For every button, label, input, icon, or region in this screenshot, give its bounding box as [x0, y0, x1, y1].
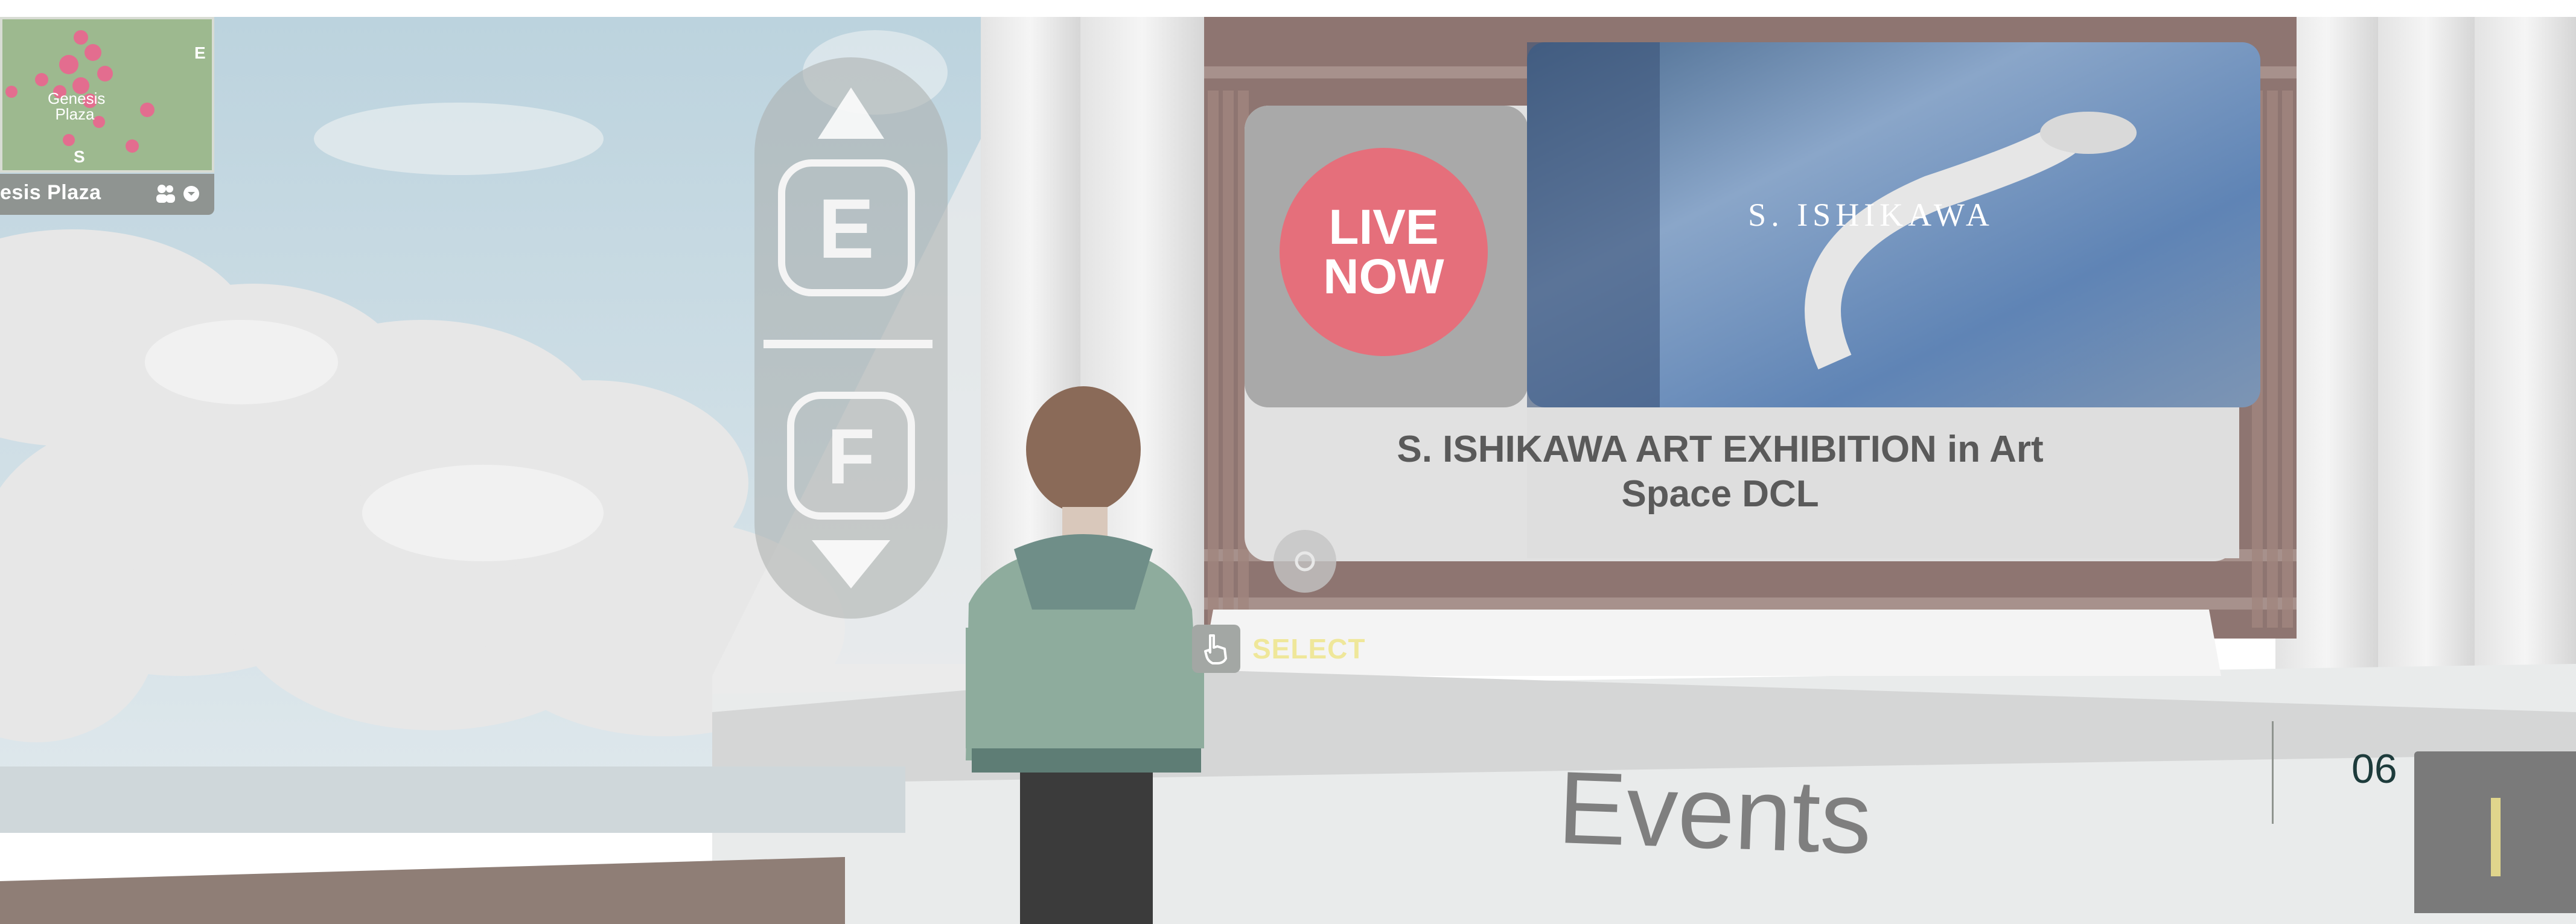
minimap-compass-s: S	[74, 147, 85, 166]
key-f-label: F	[827, 412, 875, 500]
minimap-place-bar: esis Plaza	[0, 174, 214, 215]
people-dropdown-button[interactable]	[147, 179, 208, 209]
minimap-map[interactable]: Genesis Plaza E S	[0, 17, 214, 173]
live-now-badge: LIVE NOW	[1280, 148, 1488, 356]
live-badge-line2: NOW	[1323, 249, 1444, 304]
live-badge-line1: LIVE	[1328, 199, 1439, 255]
minimap-map-label: Genesis Plaza	[48, 89, 106, 123]
minimap[interactable]: Genesis Plaza E S esis Plaza	[0, 17, 214, 246]
select-label: SELECT	[1252, 633, 1366, 664]
slide-divider	[2272, 721, 2274, 824]
hand-pointer-icon	[1192, 625, 1240, 673]
scene-pins	[5, 30, 155, 153]
event-title-line2: Space DCL	[1621, 473, 1819, 515]
interaction-pill[interactable]: E F	[748, 57, 957, 619]
place-name: esis Plaza	[0, 181, 101, 204]
events-sign: Events	[1556, 750, 1874, 876]
corner-accent-bar	[2491, 798, 2501, 876]
minimap-compass-e: E	[194, 43, 206, 62]
chevron-down-icon	[183, 186, 199, 202]
select-hint[interactable]: SELECT	[1192, 625, 1365, 673]
slide-number: 06	[2351, 746, 2397, 792]
people-icon	[156, 185, 175, 203]
key-e-label: E	[818, 181, 874, 276]
target-reticle	[1274, 530, 1336, 593]
poster-caption: S. ISHIKAWA	[1748, 197, 1994, 233]
event-title[interactable]: S. ISHIKAWA ART EXHIBITION in Art Space …	[1274, 427, 2167, 517]
event-title-line1: S. ISHIKAWA ART EXHIBITION in Art	[1397, 429, 2044, 470]
